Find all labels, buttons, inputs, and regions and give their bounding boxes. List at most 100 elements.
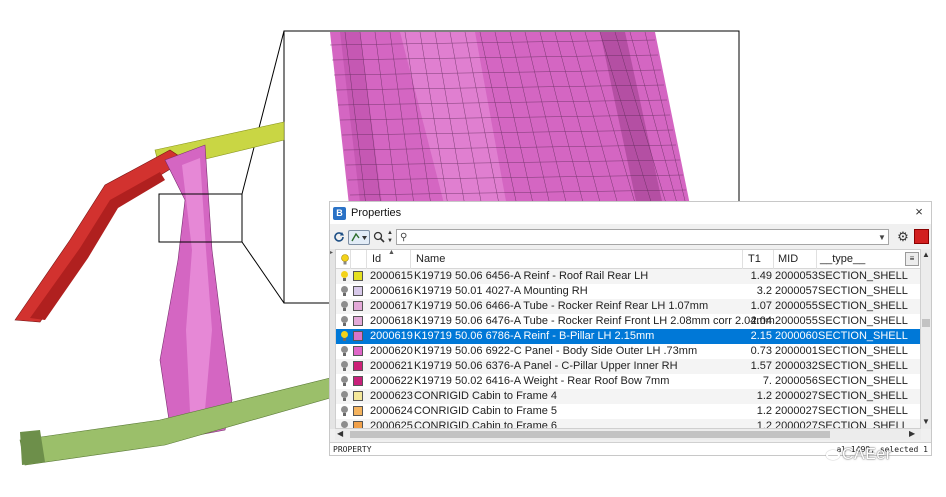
table-row[interactable]: 2000622 K19719 50.02 6416-A Weight - Rear… (336, 374, 920, 389)
sort-asc-icon: ▲ (388, 249, 395, 256)
cell-mid: 2000055 (775, 300, 818, 312)
color-swatch-button[interactable] (914, 229, 929, 244)
table-row[interactable]: 2000623 CONRIGID Cabin to Frame 4 1.2 20000… (336, 389, 920, 404)
cell-t1: 2.04 (750, 315, 772, 327)
cell-type: SECTION_SHELL (818, 420, 908, 429)
column-header-type[interactable]: __type__ (820, 253, 865, 265)
toolbar: ▲ ▼ ⚲ ▼ ⚙ (330, 227, 931, 247)
column-header-id[interactable]: Id (372, 253, 381, 265)
scroll-right-icon[interactable]: ▶ (909, 429, 915, 438)
column-options-button[interactable]: ≡ (905, 252, 919, 266)
color-swatch[interactable] (353, 331, 363, 341)
cell-t1: 1.49 (750, 270, 772, 282)
spin-control[interactable]: ▲ ▼ (387, 229, 395, 245)
color-swatch[interactable] (353, 286, 363, 296)
visibility-bulb-icon[interactable] (341, 391, 348, 401)
cell-name: K19719 50.06 6376-A Panel - C-Pillar Upp… (414, 360, 678, 372)
color-swatch[interactable] (353, 361, 363, 371)
visibility-bulb-icon[interactable] (341, 406, 348, 416)
visibility-bulb-icon[interactable] (341, 346, 348, 356)
color-swatch[interactable] (353, 301, 363, 311)
visibility-bulb-icon[interactable] (341, 301, 348, 311)
watermark: CAEer (826, 446, 892, 464)
cell-t1: 1.2 (756, 420, 772, 429)
watermark-text: CAEer (842, 446, 892, 463)
vertical-scroll-thumb[interactable] (922, 319, 930, 327)
visibility-bulb-icon[interactable] (341, 271, 348, 281)
column-header-mid[interactable]: MID (778, 253, 798, 265)
visibility-bulb-icon[interactable] (341, 376, 348, 386)
zoom-icon[interactable] (372, 229, 386, 245)
cell-mid: 2000001 (775, 345, 818, 357)
color-swatch[interactable] (353, 271, 363, 281)
gear-icon[interactable]: ⚙ (895, 229, 911, 245)
scroll-up-icon[interactable]: ▲ (922, 250, 930, 259)
cell-id: 2000618 (370, 315, 413, 327)
table-row[interactable]: 2000621 K19719 50.06 6376-A Panel - C-Pil… (336, 359, 920, 374)
horizontal-scroll-thumb[interactable] (350, 431, 830, 438)
visibility-bulb-icon[interactable] (341, 316, 348, 326)
chevron-down-icon[interactable]: ▼ (876, 233, 888, 242)
cell-name: K19719 50.06 6922-C Panel - Body Side Ou… (414, 345, 698, 357)
horizontal-scrollbar[interactable]: ◀ ▶ (335, 429, 921, 440)
cell-t1: 1.2 (756, 405, 772, 417)
cell-name: K19719 50.01 4027-A Mounting RH (414, 285, 588, 297)
cell-type: SECTION_SHELL (818, 375, 908, 387)
scroll-left-icon[interactable]: ◀ (337, 429, 343, 438)
cell-type: SECTION_SHELL (818, 270, 908, 282)
cell-type: SECTION_SHELL (818, 360, 908, 372)
vertical-scrollbar[interactable]: ▲ ▼ (921, 249, 931, 429)
filter-icon[interactable] (348, 229, 370, 245)
color-swatch[interactable] (353, 346, 363, 356)
cell-t1: 2.15 (750, 330, 772, 342)
cell-type: SECTION_SHELL (818, 390, 908, 402)
window-title: Properties (351, 207, 402, 219)
cell-id: 2000625 (370, 420, 413, 429)
app-icon: B (333, 206, 346, 220)
search-field[interactable]: ⚲ ▼ (396, 229, 889, 245)
color-swatch[interactable] (353, 316, 363, 326)
cell-type: SECTION_SHELL (818, 300, 908, 312)
table-row[interactable]: 2000625 CONRIGID Cabin to Frame 6 1.2 20000… (336, 419, 920, 429)
table-row[interactable]: 2000620 K19719 50.06 6922-C Panel - Body … (336, 344, 920, 359)
table-header: Id ▲ Name T1 MID __type__ ≡ (336, 249, 920, 269)
cell-mid: 2000056 (775, 375, 818, 387)
title-bar: B Properties × (330, 202, 931, 224)
table-row[interactable]: 2000618 K19719 50.06 6476-A Tube - Rocker… (336, 314, 920, 329)
table-row[interactable]: 2000617 K19719 50.06 6466-A Tube - Rocker… (336, 299, 920, 314)
search-input[interactable] (409, 230, 876, 244)
close-button[interactable]: × (912, 205, 926, 219)
status-entity-type: PROPERTY (333, 445, 372, 454)
cell-type: SECTION_SHELL (818, 345, 908, 357)
cell-type: SECTION_SHELL (818, 315, 908, 327)
column-header-name[interactable]: Name (416, 253, 445, 265)
properties-table: Id ▲ Name T1 MID __type__ ≡ 2000615 K1971… (335, 249, 921, 429)
cell-name: K19719 50.06 6786-A Reinf - B-Pillar LH … (414, 330, 655, 342)
cell-t1: 3.2 (756, 285, 772, 297)
cell-name: K19719 50.06 6466-A Tube - Rocker Reinf … (414, 300, 709, 312)
visibility-bulb-icon[interactable] (341, 331, 348, 341)
table-row[interactable]: 2000619 K19719 50.06 6786-A Reinf - B-Pil… (336, 329, 920, 344)
color-swatch[interactable] (353, 406, 363, 416)
table-row[interactable]: 2000615 K19719 50.06 6456-A Reinf - Roof … (336, 269, 920, 284)
refresh-icon[interactable] (332, 229, 346, 245)
visibility-bulb-icon[interactable] (341, 361, 348, 371)
cell-id: 2000623 (370, 390, 413, 402)
table-row[interactable]: 2000624 CONRIGID Cabin to Frame 5 1.2 20000… (336, 404, 920, 419)
scroll-down-icon[interactable]: ▼ (922, 417, 930, 426)
visibility-bulb-icon[interactable] (341, 421, 348, 428)
color-swatch[interactable] (353, 391, 363, 401)
color-swatch[interactable] (353, 376, 363, 386)
cell-id: 2000624 (370, 405, 413, 417)
properties-window: B Properties × ▲ ▼ ⚲ ▼ ⚙ ▸ Id ▲ Name T1 … (329, 201, 932, 456)
cell-mid: 2000053 (775, 270, 818, 282)
table-row[interactable]: 2000616 K19719 50.01 4027-A Mounting RH 3.… (336, 284, 920, 299)
cell-id: 2000622 (370, 375, 413, 387)
cell-id: 2000621 (370, 360, 413, 372)
visibility-bulb-icon[interactable] (341, 286, 348, 296)
cell-t1: 1.2 (756, 390, 772, 402)
color-swatch[interactable] (353, 421, 363, 428)
cell-mid: 2000027 (775, 405, 818, 417)
cell-name: CONRIGID Cabin to Frame 5 (414, 405, 558, 417)
column-header-t1[interactable]: T1 (748, 253, 761, 265)
